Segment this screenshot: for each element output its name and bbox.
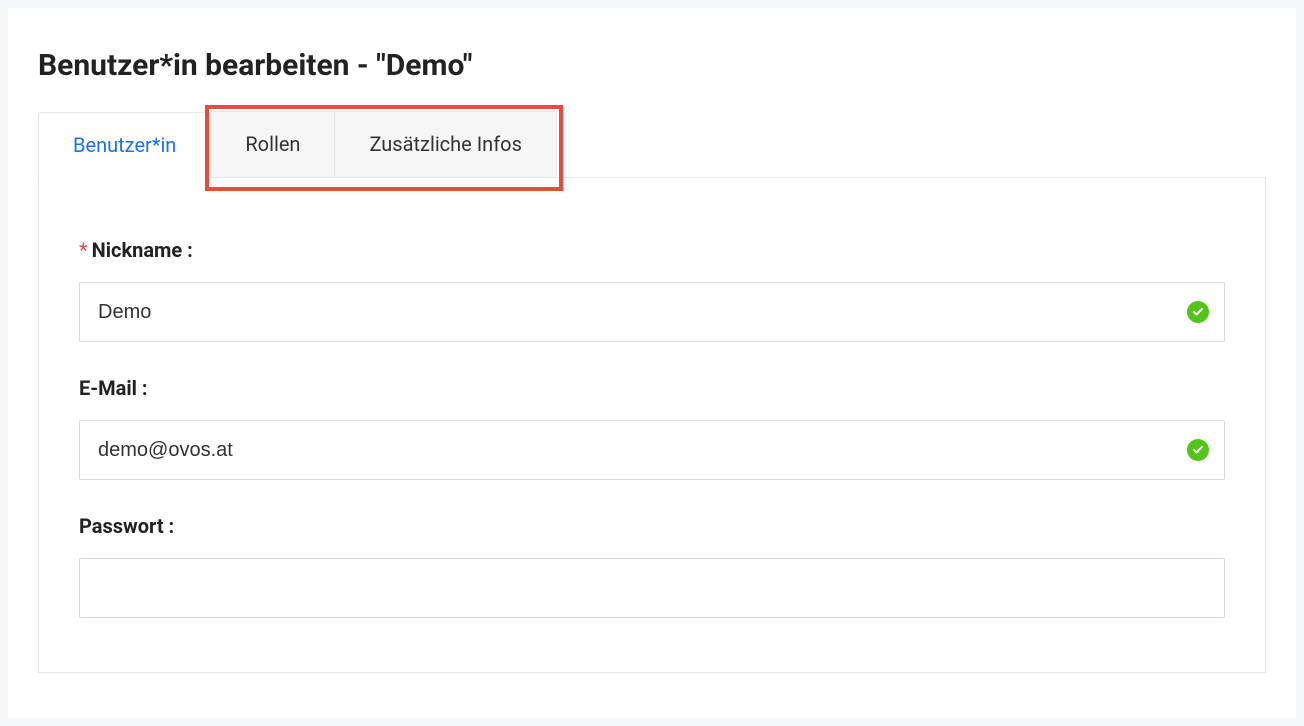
form-group-nickname: *Nickname : — [79, 238, 1225, 342]
tabs-wrap: Benutzer*in Rollen Zusätzliche Infos *Ni… — [38, 111, 1266, 673]
check-circle-icon — [1187, 301, 1209, 323]
email-input-wrap — [79, 420, 1225, 480]
nickname-label-text: Nickname : — [92, 238, 193, 262]
nickname-input-wrap — [79, 282, 1225, 342]
form-group-password: Passwort : — [79, 514, 1225, 618]
tab-user[interactable]: Benutzer*in — [38, 112, 211, 178]
required-mark: * — [79, 238, 88, 262]
form-group-email: E-Mail : — [79, 376, 1225, 480]
form-panel: *Nickname : E-Mail : — [38, 178, 1266, 673]
tab-extra[interactable]: Zusätzliche Infos — [335, 111, 556, 177]
tab-roles[interactable]: Rollen — [211, 111, 335, 177]
email-input[interactable] — [79, 420, 1225, 480]
tabs: Benutzer*in Rollen Zusätzliche Infos — [38, 111, 1266, 178]
page-title: Benutzer*in bearbeiten - "Demo" — [38, 48, 1266, 83]
nickname-label: *Nickname : — [79, 238, 1225, 262]
check-circle-icon — [1187, 439, 1209, 461]
nickname-input[interactable] — [79, 282, 1225, 342]
password-input[interactable] — [79, 558, 1225, 618]
password-label: Passwort : — [79, 514, 1225, 538]
main-container: Benutzer*in bearbeiten - "Demo" Benutzer… — [8, 8, 1296, 718]
password-input-wrap — [79, 558, 1225, 618]
email-label: E-Mail : — [79, 376, 1225, 400]
